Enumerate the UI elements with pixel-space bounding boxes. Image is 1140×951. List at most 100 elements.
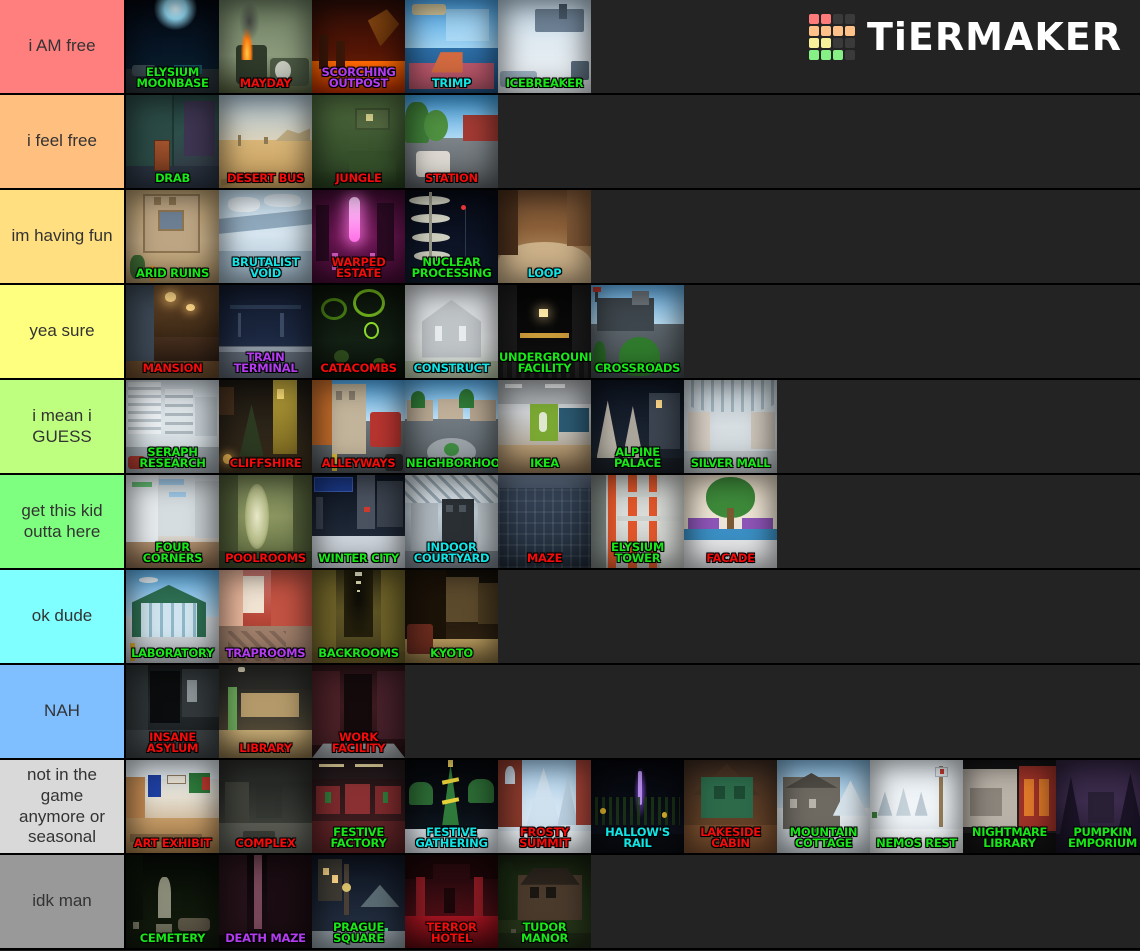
tier-item[interactable]: BACKROOMS	[312, 570, 405, 663]
tier-item[interactable]: WARPED ESTATE	[312, 190, 405, 283]
tier-label[interactable]: not in the game anymore or seasonal	[0, 760, 126, 853]
tier-item[interactable]: CONSTRUCT	[405, 285, 498, 378]
tier-label[interactable]: i mean i GUESS	[0, 380, 126, 473]
tier-row: i mean i GUESS SERAPH RESEARCH CLIFFSHIRE A…	[0, 380, 1140, 475]
tier-item[interactable]: STATION	[405, 95, 498, 188]
tier-item-label: ALLEYWAYS	[321, 456, 396, 471]
logo-cell	[820, 50, 831, 60]
tier-items: ARID RUINS BRUTALIST VOID WARPED ESTATE NUC…	[126, 190, 1140, 283]
tier-item-label: SERAPH RESEARCH	[139, 444, 206, 471]
tier-item-label: ICEBREAKER	[505, 76, 584, 91]
tier-label[interactable]: ok dude	[0, 570, 126, 663]
tier-item[interactable]: WORK FACILITY	[312, 665, 405, 758]
tier-item[interactable]: INDOOR COURTYARD	[405, 475, 498, 568]
tier-item[interactable]: ELYSIUM TOWER	[591, 475, 684, 568]
tier-item-label: CLIFFSHIRE	[229, 456, 302, 471]
tier-item-label: COMPLEX	[235, 836, 296, 851]
tier-item-label: TERROR HOTEL	[426, 919, 477, 946]
tier-item[interactable]: SERAPH RESEARCH	[126, 380, 219, 473]
tier-item[interactable]: SCORCHING OUTPOST	[312, 0, 405, 93]
tier-label[interactable]: NAH	[0, 665, 126, 758]
tier-item[interactable]: MANSION	[126, 285, 219, 378]
tier-row: im having fun ARID RUINS BRUTALIST VOID WAR…	[0, 190, 1140, 285]
tier-item-label: ELYSIUM TOWER	[611, 539, 664, 566]
logo-cell	[844, 50, 855, 60]
tier-item[interactable]: FESTIVE GATHERING	[405, 760, 498, 853]
tier-item[interactable]: NEMOS REST	[870, 760, 963, 853]
tier-item[interactable]: PRAGUE SQUARE	[312, 855, 405, 948]
tier-items: INSANE ASYLUM LIBRARY WORK FACILITY	[126, 665, 1140, 758]
tier-item[interactable]: ICEBREAKER	[498, 0, 591, 93]
tier-item[interactable]: DRAB	[126, 95, 219, 188]
tier-item[interactable]: JUNGLE	[312, 95, 405, 188]
tier-label[interactable]: idk man	[0, 855, 126, 948]
tier-item[interactable]: PUMPKIN EMPORIUM	[1056, 760, 1140, 853]
tier-item-label: INDOOR COURTYARD	[413, 539, 490, 566]
tier-item[interactable]: SILVER MALL	[684, 380, 777, 473]
tier-item[interactable]: ALLEYWAYS	[312, 380, 405, 473]
tier-item-label: FOUR CORNERS	[142, 539, 203, 566]
tier-item[interactable]: BRUTALIST VOID	[219, 190, 312, 283]
tier-item[interactable]: CROSSROADS	[591, 285, 684, 378]
tier-item[interactable]: WINTER CITY	[312, 475, 405, 568]
tier-item[interactable]: LOOP	[498, 190, 591, 283]
tier-label[interactable]: im having fun	[0, 190, 126, 283]
tier-label[interactable]: i feel free	[0, 95, 126, 188]
tier-item[interactable]: COMPLEX	[219, 760, 312, 853]
logo-cell	[832, 26, 843, 36]
tier-label[interactable]: get this kid outta here	[0, 475, 126, 568]
tier-item-label: TRIMP	[431, 76, 472, 91]
tier-item[interactable]: FROSTY SUMMIT	[498, 760, 591, 853]
tier-item[interactable]: TRIMP	[405, 0, 498, 93]
tier-item[interactable]: IKEA	[498, 380, 591, 473]
tier-item[interactable]: NUCLEAR PROCESSING	[405, 190, 498, 283]
tier-item[interactable]: DESERT BUS	[219, 95, 312, 188]
tier-item[interactable]: TRAPROOMS	[219, 570, 312, 663]
tier-item[interactable]: INSANE ASYLUM	[126, 665, 219, 758]
tier-item[interactable]: ARID RUINS	[126, 190, 219, 283]
logo-cell	[808, 50, 819, 60]
tier-item-label: NEMOS REST	[876, 836, 957, 851]
tier-label[interactable]: i AM free	[0, 0, 126, 93]
tier-item[interactable]: CEMETERY	[126, 855, 219, 948]
tier-item[interactable]: KYOTO	[405, 570, 498, 663]
tier-item[interactable]: NIGHTMARE LIBRARY	[963, 760, 1056, 853]
tier-row: idk man CEMETERY DEATH MAZE PRAGUE SQUARE TE…	[0, 855, 1140, 950]
tier-item-label: BACKROOMS	[318, 646, 399, 661]
tier-item-label: TRAPROOMS	[225, 646, 306, 661]
tier-item[interactable]: ELYSIUM MOONBASE	[126, 0, 219, 93]
tier-item-label: STATION	[425, 171, 478, 186]
tier-item-label: ELYSIUM MOONBASE	[136, 64, 209, 91]
tier-item[interactable]: POOLROOMS	[219, 475, 312, 568]
tier-row: get this kid outta here FOUR CORNERS POOLR…	[0, 475, 1140, 570]
tier-item[interactable]: CATACOMBS	[312, 285, 405, 378]
tier-item[interactable]: MAYDAY	[219, 0, 312, 93]
tier-item[interactable]: MOUNTAIN COTTAGE	[777, 760, 870, 853]
tier-item[interactable]: FOUR CORNERS	[126, 475, 219, 568]
tier-item[interactable]: MAZE	[498, 475, 591, 568]
tier-item[interactable]: CLIFFSHIRE	[219, 380, 312, 473]
tier-item-label: MAYDAY	[239, 76, 292, 91]
tier-item[interactable]: TUDOR MANOR	[498, 855, 591, 948]
tier-label[interactable]: yea sure	[0, 285, 126, 378]
tier-item[interactable]: TRAIN TERMINAL	[219, 285, 312, 378]
tier-item[interactable]: FESTIVE FACTORY	[312, 760, 405, 853]
tier-item[interactable]: DEATH MAZE	[219, 855, 312, 948]
tier-item-label: FROSTY SUMMIT	[519, 824, 570, 851]
tier-item[interactable]: FACADE	[684, 475, 777, 568]
tier-item[interactable]: HALLOW'S RAIL	[591, 760, 684, 853]
tier-item[interactable]: TERROR HOTEL	[405, 855, 498, 948]
tier-item[interactable]: NEIGHBORHOOD	[405, 380, 498, 473]
tier-item[interactable]: LAKESIDE CABIN	[684, 760, 777, 853]
tier-item-label: ALPINE PALACE	[614, 444, 661, 471]
tiermaker-logo[interactable]: TiERMAKER	[808, 14, 1122, 60]
tier-item-label: UNDERGROUND FACILITY	[499, 349, 591, 376]
tier-item[interactable]: LABORATORY	[126, 570, 219, 663]
tier-item[interactable]: ART EXHIBIT	[126, 760, 219, 853]
tier-item-label: INSANE ASYLUM	[146, 729, 199, 756]
tier-item[interactable]: LIBRARY	[219, 665, 312, 758]
tier-row: NAH INSANE ASYLUM LIBRARY WORK FACILITY	[0, 665, 1140, 760]
tier-item[interactable]: ALPINE PALACE	[591, 380, 684, 473]
tier-item[interactable]: UNDERGROUND FACILITY	[498, 285, 591, 378]
tier-item-label: MAZE	[526, 551, 563, 566]
